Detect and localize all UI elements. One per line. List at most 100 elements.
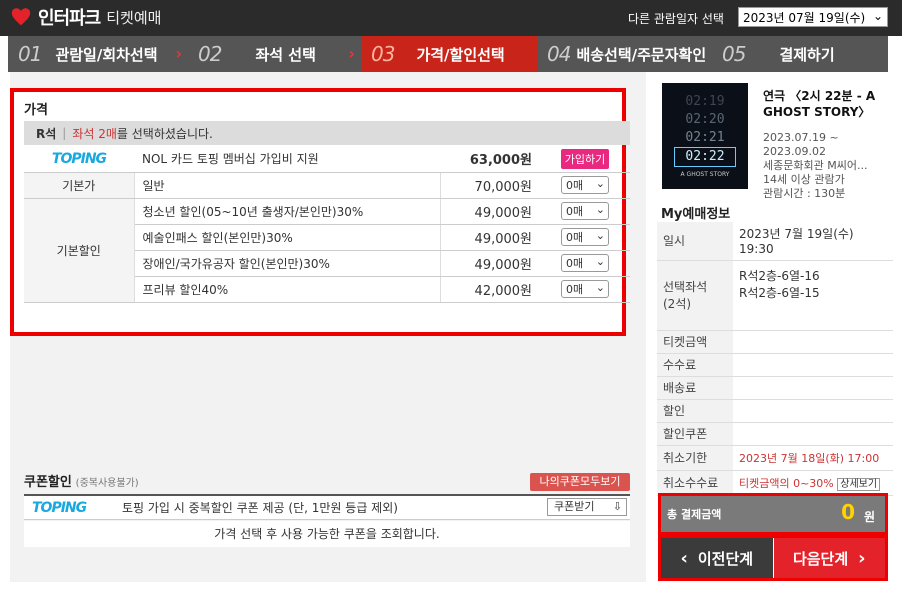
grade-bar: R석 | 좌석 2매 를 선택하셨습니다.	[24, 121, 630, 145]
total-unit: 원	[863, 510, 875, 524]
toping-logo: TOPING	[32, 499, 87, 516]
cancel-fee-key: 취소수수료	[657, 470, 733, 496]
price-label: 장애인/국가유공자 할인(본인만)30%	[134, 250, 440, 277]
table-row: 기본가 일반 70,000원 0매 ⌄	[24, 172, 630, 199]
ticket-amount-key: 티켓금액	[657, 330, 733, 354]
date-key: 일시	[657, 222, 733, 261]
chevron-down-icon: ⌄	[595, 203, 605, 216]
quantity-select[interactable]: 0매 ⌄	[561, 280, 609, 298]
price-amount: 70,000원	[439, 172, 540, 199]
date-select[interactable]: 2023년 07월 19일(수) ⌄	[738, 7, 888, 27]
logo-text: 인터파크	[38, 8, 101, 29]
step-label: 결제하기	[779, 45, 835, 64]
quantity-select[interactable]: 0매 ⌄	[561, 254, 609, 272]
step-arrow-icon: ›	[175, 44, 182, 63]
promo-amount: 63,000원	[440, 146, 540, 173]
step-seat: 02 좌석 선택 ›	[188, 36, 361, 72]
download-icon: ⇩	[612, 500, 622, 513]
step-label: 배송선택/주문자확인	[576, 45, 707, 64]
coupon-title: 쿠폰할인	[24, 475, 72, 490]
seat-value: R석2층-6열-15	[739, 285, 820, 300]
seat-key: 선택좌석	[663, 280, 708, 294]
price-amount: 49,000원	[439, 198, 540, 225]
step-payment: 05 결제하기	[712, 36, 888, 72]
step-number: 02	[198, 42, 222, 66]
chevron-down-icon: ⌄	[595, 255, 605, 268]
cancel-fee-value: 티켓금액의 0~30%	[739, 476, 834, 490]
logo-subtitle: 티켓예매	[106, 8, 162, 27]
receive-coupon-button[interactable]: 쿠폰받기 ⇩	[547, 498, 627, 516]
performance-title: 연극 〈2시 22분 - A GHOST STORY〉	[763, 89, 876, 119]
fee-key: 수수료	[657, 353, 733, 377]
price-amount: 49,000원	[439, 250, 540, 277]
price-label: 청소년 할인(05~10년 출생자/본인만)30%	[134, 198, 440, 225]
total-label: 총 결제금액	[667, 508, 722, 521]
seat-count: (2석)	[663, 297, 692, 311]
period-start: 2023.07.19 ~	[763, 131, 839, 144]
table-row: 기본할인 청소년 할인(05~10년 출생자/본인만)30% 49,000원 0…	[24, 198, 630, 303]
step-label: 좌석 선택	[255, 45, 316, 64]
age-rating: 14세 이상 관람가	[763, 173, 845, 186]
seat-value: R석2층-6열-16	[739, 268, 820, 283]
interpark-logo[interactable]: 인터파크 티켓예매	[10, 5, 161, 29]
price-label: 예술인패스 할인(본인만)30%	[134, 224, 440, 251]
quantity-select[interactable]: 0매 ⌄	[561, 202, 609, 220]
coupon-heading: 쿠폰할인 (중복사용불가)	[24, 471, 139, 490]
step-arrow-icon: ›	[348, 44, 355, 63]
chevron-down-icon: ⌄	[595, 177, 605, 190]
price-table: TOPING NOL 카드 토핑 멤버십 가입비 지원 63,000원 가입하기…	[24, 146, 630, 303]
chevron-left-icon: ‹	[680, 547, 688, 569]
my-booking-title: My예매정보	[661, 207, 731, 222]
date-value: 2023년 7월 19일(수)	[739, 227, 854, 242]
next-step-button[interactable]: 다음단계 ›	[773, 538, 885, 578]
quantity-select[interactable]: 0매 ⌄	[561, 176, 609, 194]
chevron-down-icon: ⌄	[872, 9, 883, 23]
poster-image: 02:19 02:20 02:21 02:22 A GHOST STORY	[662, 83, 748, 189]
promo-row: TOPING NOL 카드 토핑 멤버십 가입비 지원 63,000원 가입하기	[24, 146, 630, 173]
step-label: 관람일/회차선택	[55, 45, 158, 64]
nav-buttons: ‹ 이전단계 다음단계 ›	[658, 535, 888, 581]
chevron-down-icon: ⌄	[595, 229, 605, 242]
heart-icon	[11, 8, 31, 26]
promo-label: NOL 카드 토핑 멤버십 가입비 지원	[134, 146, 440, 173]
delivery-key: 배송료	[657, 376, 733, 400]
quantity-select[interactable]: 0매 ⌄	[561, 228, 609, 246]
category-label: 기본할인	[24, 198, 135, 303]
total-amount-box: 총 결제금액 0 원	[658, 493, 888, 535]
price-amount: 49,000원	[439, 224, 540, 251]
venue: 세종문화회관 M씨어...	[763, 159, 868, 172]
discount-key: 할인	[657, 399, 733, 423]
runtime: 관람시간 : 130분	[763, 187, 846, 200]
cancel-deadline-value: 2023년 7월 18일(화) 17:00	[733, 445, 893, 471]
step-label: 가격/할인선택	[416, 45, 505, 64]
chevron-down-icon: ⌄	[595, 281, 605, 294]
my-booking-table: 일시 2023년 7월 19일(수) 19:30 선택좌석 (2석) R석2층-6열-1…	[657, 222, 893, 496]
coupon-row-text: 토핑 가입 시 중복할인 쿠폰 제공 (단, 1만원 등급 제외)	[122, 501, 398, 515]
step-delivery: 04 배송선택/주문자확인	[537, 36, 712, 72]
join-button[interactable]: 가입하기	[560, 148, 610, 169]
step-price: 03 가격/할인선택	[361, 36, 537, 72]
step-number: 04	[547, 42, 571, 66]
date-select-value: 2023년 07월 19일(수)	[743, 11, 866, 25]
selected-count: 좌석 2매	[72, 126, 117, 141]
price-label: 일반	[134, 172, 440, 199]
detail-button[interactable]: 상세보기	[837, 477, 881, 491]
chevron-right-icon: ›	[858, 547, 866, 569]
time-value: 19:30	[739, 242, 774, 257]
step-number: 05	[722, 42, 746, 66]
price-amount: 42,000원	[439, 276, 540, 303]
step-number: 03	[371, 42, 395, 66]
toping-logo: TOPING	[24, 146, 134, 173]
coupon-key: 할인쿠폰	[657, 422, 733, 446]
coupon-message: 가격 선택 후 사용 가능한 쿠폰을 조회합니다.	[24, 521, 630, 547]
selected-suffix: 를 선택하셨습니다.	[116, 126, 213, 141]
total-amount: 0	[841, 500, 855, 524]
prev-step-button[interactable]: ‹ 이전단계	[661, 538, 774, 578]
price-title: 가격	[24, 103, 48, 118]
category-label: 기본가	[24, 172, 135, 199]
coupon-title-note: (중복사용불가)	[75, 478, 139, 489]
step-number: 01	[18, 42, 42, 66]
step-navigation: 01 관람일/회차선택 › 02 좌석 선택 › 03 가격/할인선택 04 배…	[8, 36, 888, 72]
cancel-deadline-key: 취소기한	[657, 445, 733, 471]
my-coupons-button[interactable]: 나의쿠폰모두보기	[530, 473, 630, 491]
